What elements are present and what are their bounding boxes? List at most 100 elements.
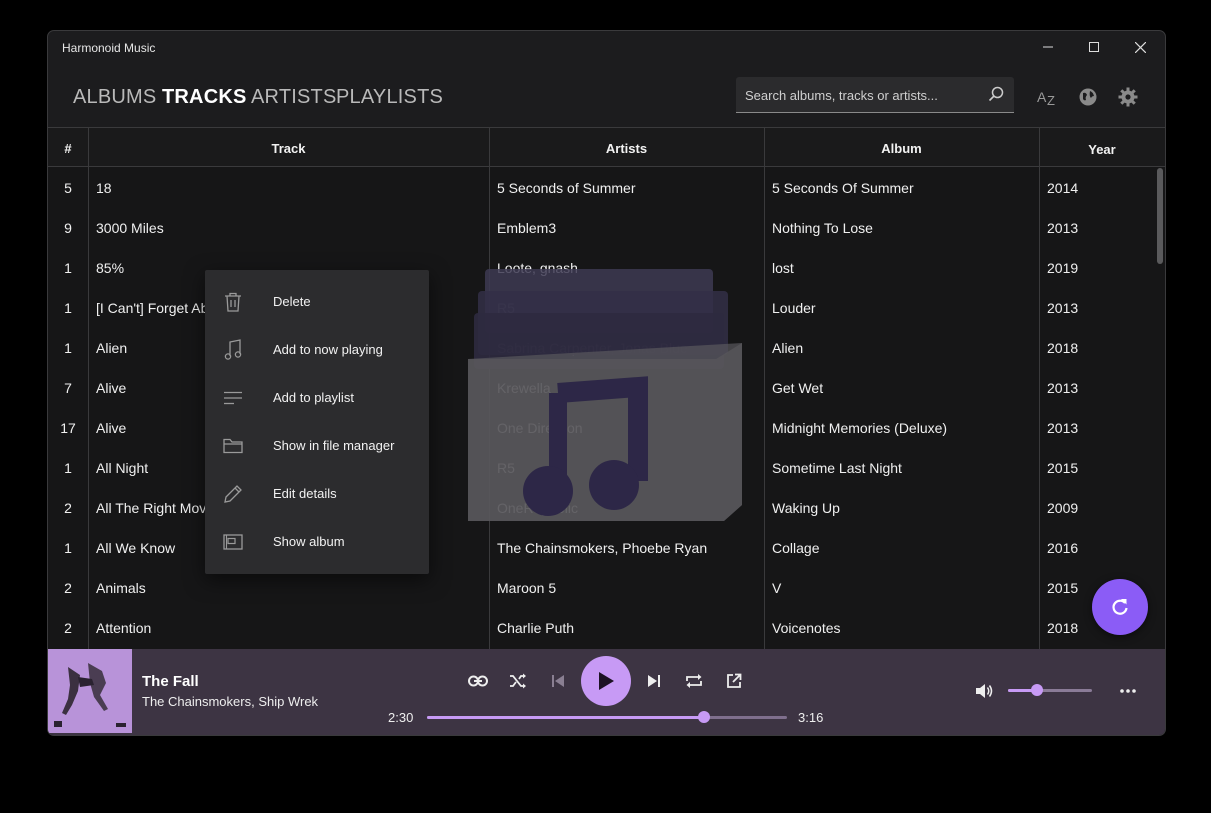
album-art[interactable] xyxy=(48,649,132,733)
cell-year: 2013 xyxy=(1047,420,1079,436)
maximize-icon xyxy=(1089,42,1099,52)
table-row[interactable]: 2 Animals Maroon 5 V 2015 xyxy=(48,568,1155,608)
cell-number: 2 xyxy=(64,620,72,636)
cell-year: 2016 xyxy=(1047,540,1079,556)
search-input[interactable] xyxy=(736,77,987,113)
app-title: Harmonoid Music xyxy=(62,41,156,55)
refresh-button[interactable] xyxy=(1092,579,1148,635)
seek-bar[interactable] xyxy=(427,711,787,723)
playlist-add-icon xyxy=(221,386,245,410)
repeat-button[interactable] xyxy=(682,669,706,693)
previous-button[interactable] xyxy=(546,669,570,693)
cell-track: Attention xyxy=(96,620,152,636)
tab-albums[interactable]: ALBUMS xyxy=(73,86,156,109)
more-options-button[interactable] xyxy=(1116,679,1140,703)
menu-item-add-to-now-playing[interactable]: Add to now playing xyxy=(205,326,429,374)
header-track[interactable]: Track xyxy=(88,128,489,168)
total-time: 3:16 xyxy=(798,710,824,725)
tab-artists[interactable]: ARTISTS xyxy=(251,86,337,109)
close-button[interactable] xyxy=(1117,31,1163,63)
volume-slider[interactable] xyxy=(1008,684,1092,696)
header-artists[interactable]: Artists xyxy=(489,128,764,168)
cell-album: Alien xyxy=(772,340,804,356)
seek-thumb[interactable] xyxy=(698,711,711,723)
tab-tracks[interactable]: TRACKS xyxy=(162,86,247,109)
open-external-button[interactable] xyxy=(722,669,746,693)
table-row[interactable]: 2 Attention Charlie Puth Voicenotes 2018 xyxy=(48,608,1155,648)
cell-number: 1 xyxy=(64,460,72,476)
folder-icon xyxy=(221,434,245,458)
trash-icon xyxy=(221,290,245,314)
cell-year: 2013 xyxy=(1047,220,1079,236)
shuffle-button[interactable] xyxy=(506,669,530,693)
more-horizontal-icon xyxy=(1120,689,1136,693)
play-button[interactable] xyxy=(581,656,631,706)
link-icon xyxy=(468,675,488,687)
cell-year: 2015 xyxy=(1047,460,1079,476)
search-icon[interactable] xyxy=(988,86,1004,107)
tab-playlists[interactable]: PLAYLISTS xyxy=(336,86,443,109)
cell-album: Collage xyxy=(772,540,820,556)
cell-artists: R5 xyxy=(497,460,515,476)
menu-item-show-album[interactable]: Show album xyxy=(205,518,429,566)
cell-number: 1 xyxy=(64,300,72,316)
now-playing-title: The Fall xyxy=(142,673,199,690)
cell-year: 2013 xyxy=(1047,300,1079,316)
cell-year: 2013 xyxy=(1047,380,1079,396)
table-row[interactable]: 9 3000 Miles Emblem3 Nothing To Lose 2013 xyxy=(48,208,1155,248)
cell-album: Midnight Memories (Deluxe) xyxy=(772,420,948,436)
cell-album: Louder xyxy=(772,300,816,316)
cell-number: 2 xyxy=(64,580,72,596)
repeat-icon xyxy=(686,674,702,688)
now-playing-artist: The Chainsmokers, Ship Wrek xyxy=(142,694,319,709)
cell-album: Sometime Last Night xyxy=(772,460,902,476)
link-button[interactable] xyxy=(466,669,490,693)
menu-item-show-in-file-manager[interactable]: Show in file manager xyxy=(205,422,429,470)
cell-artists: R5 xyxy=(497,300,515,316)
menu-item-label: Delete xyxy=(273,294,311,309)
cell-year: 2019 xyxy=(1047,260,1079,276)
cell-number: 2 xyxy=(64,500,72,516)
cell-number: 1 xyxy=(64,540,72,556)
close-icon xyxy=(1134,41,1146,53)
app-window: Harmonoid Music ALBUMS TRACKS ARTISTS PL… xyxy=(47,30,1166,736)
svg-text:Z: Z xyxy=(1047,93,1055,106)
header-album[interactable]: Album xyxy=(764,128,1039,168)
cell-track: 18 xyxy=(96,180,112,196)
cell-album: Nothing To Lose xyxy=(772,220,873,236)
table-row[interactable]: 5 18 5 Seconds of Summer 5 Seconds Of Summe… xyxy=(48,168,1155,208)
cell-album: Get Wet xyxy=(772,380,824,396)
menu-item-add-to-playlist[interactable]: Add to playlist xyxy=(205,374,429,422)
cell-number: 1 xyxy=(64,260,72,276)
cell-number: 7 xyxy=(64,380,72,396)
title-bar: Harmonoid Music xyxy=(48,31,1165,63)
svg-text:A: A xyxy=(1037,89,1047,105)
cell-year: 2014 xyxy=(1047,180,1079,196)
cell-album: V xyxy=(772,580,782,596)
sort-az-icon[interactable]: A Z xyxy=(1036,85,1060,109)
menu-item-delete[interactable]: Delete xyxy=(205,278,429,326)
menu-item-label: Show album xyxy=(273,534,345,549)
minimize-button[interactable] xyxy=(1025,31,1071,63)
menu-item-edit-details[interactable]: Edit details xyxy=(205,470,429,518)
music-note-icon xyxy=(221,338,245,362)
header-number[interactable]: # xyxy=(48,128,88,168)
current-time: 2:30 xyxy=(388,710,414,725)
maximize-button[interactable] xyxy=(1071,31,1117,63)
cell-artists: Charlie Puth xyxy=(497,620,575,636)
cell-artists: Krewella xyxy=(497,380,551,396)
cell-album: Voicenotes xyxy=(772,620,841,636)
shuffle-icon xyxy=(510,673,526,689)
globe-icon[interactable] xyxy=(1076,85,1100,109)
volume-thumb[interactable] xyxy=(1031,684,1044,696)
album-icon xyxy=(221,530,245,554)
next-button[interactable] xyxy=(642,669,666,693)
header-year[interactable]: Year xyxy=(1039,128,1165,168)
play-icon xyxy=(599,672,614,690)
volume-button[interactable] xyxy=(972,679,996,703)
cell-album: 5 Seconds Of Summer xyxy=(772,180,914,196)
settings-gear-icon[interactable] xyxy=(1116,85,1140,109)
table-scrollbar[interactable] xyxy=(1157,168,1163,264)
cell-artists: Loote, gnash xyxy=(497,260,578,276)
menu-item-label: Show in file manager xyxy=(273,438,395,453)
